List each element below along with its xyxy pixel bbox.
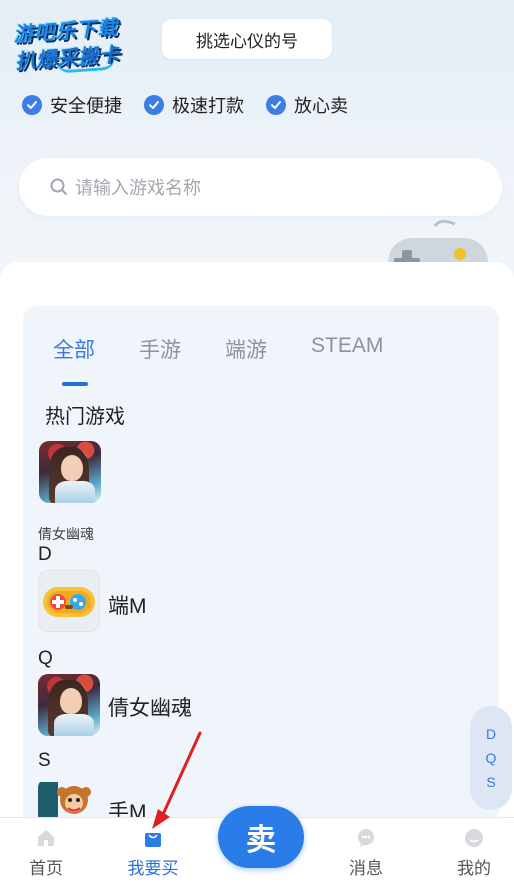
tab-all[interactable]: 全部 [53, 334, 95, 364]
hot-games-title: 热门游戏 [45, 406, 125, 428]
nav-buy[interactable]: 我要买 [113, 826, 193, 879]
active-tab-indicator [62, 382, 88, 386]
check-circle-icon [266, 95, 286, 115]
feature-fast-payout: 极速打款 [144, 92, 244, 118]
check-circle-icon [22, 95, 42, 115]
nav-home-label: 首页 [29, 859, 63, 878]
nav-buy-label: 我要买 [127, 859, 179, 878]
alphabet-index-bar[interactable]: D Q S [470, 706, 512, 810]
game-name-duan-m[interactable]: 端M [108, 590, 147, 620]
tab-steam[interactable]: STEAM [311, 334, 383, 364]
gamepad-icon [39, 571, 99, 631]
index-letter-d[interactable]: D [486, 725, 496, 743]
group-letter-s: S [38, 750, 51, 771]
game-icon-qiannv[interactable] [38, 674, 100, 736]
feature-label: 放心卖 [294, 96, 348, 116]
hot-game-icon[interactable] [39, 441, 101, 503]
feature-safe: 安全便捷 [22, 92, 122, 118]
group-letter-d: D [38, 544, 52, 565]
heroine-cloth [54, 714, 94, 736]
feature-worry-free: 放心卖 [266, 92, 348, 118]
app-logo: 游吧乐下载 扒爆采搬卡 [12, 10, 145, 74]
search-icon [50, 178, 67, 195]
home-icon [34, 826, 58, 850]
search-placeholder: 请输入游戏名称 [75, 178, 201, 198]
group-letter-q: Q [38, 648, 53, 669]
nav-home[interactable]: 首页 [6, 826, 86, 879]
index-letter-s[interactable]: S [486, 773, 495, 791]
tab-mobile[interactable]: 手游 [139, 334, 181, 364]
index-letter-q[interactable]: Q [486, 749, 497, 767]
check-circle-icon [144, 95, 164, 115]
feature-label: 安全便捷 [50, 96, 122, 116]
hot-game-name[interactable]: 倩女幽魂 [38, 524, 94, 544]
page-title: 挑选心仪的号 [162, 19, 332, 59]
category-tabs: 全部 手游 端游 STEAM [53, 334, 427, 364]
heroine-cloth [55, 481, 95, 503]
sell-button[interactable]: 卖 [218, 806, 304, 868]
heroine-face [60, 688, 82, 714]
game-icon-duan-m[interactable] [38, 570, 100, 632]
nav-messages-label: 消息 [349, 859, 383, 878]
game-list-panel: 全部 手游 端游 STEAM 热门游戏 倩女幽魂 D 端M Q 倩女幽魂 S 手… [23, 306, 499, 826]
nav-messages[interactable]: 消息 [326, 826, 406, 879]
search-input[interactable]: 请输入游戏名称 [19, 158, 502, 216]
game-name-qiannv[interactable]: 倩女幽魂 [108, 692, 192, 722]
feature-label: 极速打款 [172, 96, 244, 116]
nav-mine-label: 我的 [457, 859, 491, 878]
tab-pc[interactable]: 端游 [225, 334, 267, 364]
chat-bubble-icon [354, 826, 378, 850]
feature-list: 安全便捷 极速打款 放心卖 [22, 92, 348, 118]
profile-icon [462, 826, 486, 850]
heroine-face [61, 455, 83, 481]
shopping-bag-icon [141, 826, 165, 850]
nav-mine[interactable]: 我的 [434, 826, 514, 879]
